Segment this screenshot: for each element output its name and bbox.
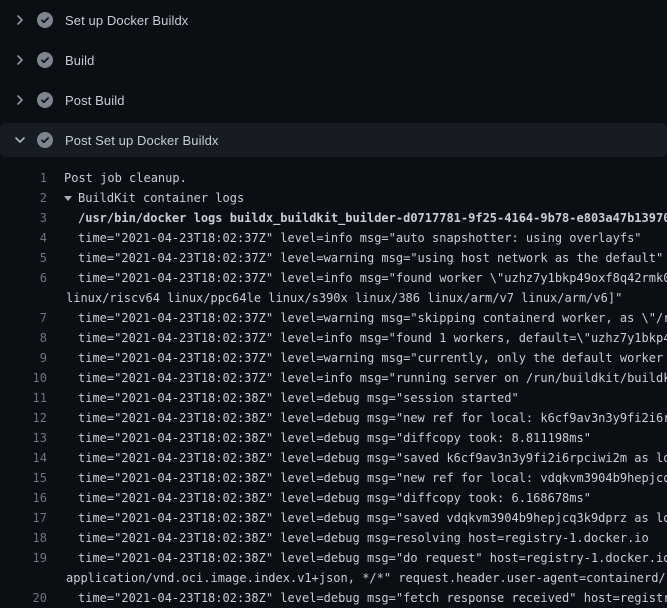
log-line: 12time="2021-04-23T18:02:38Z" level=debu… [0,408,667,428]
log-line: 20time="2021-04-23T18:02:38Z" level=debu… [0,588,667,608]
log-text: time="2021-04-23T18:02:38Z" level=debug … [47,388,519,408]
log-text: time="2021-04-23T18:02:37Z" level=warnin… [47,248,663,268]
log-line: 13time="2021-04-23T18:02:38Z" level=debu… [0,428,667,448]
log-text: time="2021-04-23T18:02:37Z" level=info m… [47,268,667,288]
check-circle-icon [37,52,53,68]
log-line-wrap: application/vnd.oci.image.index.v1+json,… [0,568,667,588]
log-command-text: /usr/bin/docker logs buildx_buildkit_bui… [47,208,667,228]
log-text: time="2021-04-23T18:02:38Z" level=debug … [47,528,649,548]
triangle-down-icon[interactable] [64,196,72,201]
line-number[interactable]: 6 [0,268,47,288]
log-viewer: 1Post job cleanup.2 BuildKit container lo… [0,160,667,608]
log-line: 14time="2021-04-23T18:02:38Z" level=debu… [0,448,667,468]
log-group-label: BuildKit container logs [78,191,244,205]
log-line: 15time="2021-04-23T18:02:38Z" level=debu… [0,468,667,488]
log-text: linux/riscv64 linux/ppc64le linux/s390x … [47,288,622,308]
line-number[interactable]: 5 [0,248,47,268]
log-line: 2 BuildKit container logs [0,188,667,208]
log-text: time="2021-04-23T18:02:38Z" level=debug … [47,468,667,488]
log-text: time="2021-04-23T18:02:38Z" level=debug … [47,548,667,568]
chevron-right-icon[interactable] [12,92,28,108]
section-row-set-up-docker-buildx[interactable]: Set up Docker Buildx [0,0,667,40]
check-circle-icon [37,132,53,148]
check-circle-icon [37,92,53,108]
log-text: time="2021-04-23T18:02:37Z" level=info m… [47,228,642,248]
section-label: Post Set up Docker Buildx [65,133,219,148]
chevron-down-icon[interactable] [12,132,28,148]
line-number[interactable]: 3 [0,208,47,228]
log-line: 19time="2021-04-23T18:02:38Z" level=debu… [0,548,667,568]
section-label: Set up Docker Buildx [65,13,188,28]
log-group-header[interactable]: BuildKit container logs [47,188,244,208]
line-number [0,568,47,588]
log-text: Post job cleanup. [47,168,187,188]
log-line: 3/usr/bin/docker logs buildx_buildkit_bu… [0,208,667,228]
section-row-post-set-up-docker-buildx[interactable]: Post Set up Docker Buildx [0,123,667,157]
check-circle-icon [37,12,53,28]
log-line: 18time="2021-04-23T18:02:38Z" level=debu… [0,528,667,548]
section-row-build[interactable]: Build [0,40,667,80]
log-line: 7time="2021-04-23T18:02:37Z" level=warni… [0,308,667,328]
line-number[interactable]: 4 [0,228,47,248]
line-number[interactable]: 7 [0,308,47,328]
log-text: time="2021-04-23T18:02:37Z" level=warnin… [47,348,667,368]
line-number[interactable]: 10 [0,368,47,388]
log-text: time="2021-04-23T18:02:37Z" level=info m… [47,328,667,348]
log-line: 9time="2021-04-23T18:02:37Z" level=warni… [0,348,667,368]
log-text: time="2021-04-23T18:02:38Z" level=debug … [47,408,667,428]
log-line: 10time="2021-04-23T18:02:37Z" level=info… [0,368,667,388]
section-label: Build [65,53,94,68]
log-line: 1Post job cleanup. [0,168,667,188]
line-number[interactable]: 8 [0,328,47,348]
line-number[interactable]: 11 [0,388,47,408]
log-line: 17time="2021-04-23T18:02:38Z" level=debu… [0,508,667,528]
line-number [0,288,47,308]
log-text: time="2021-04-23T18:02:38Z" level=debug … [47,448,667,468]
line-number[interactable]: 20 [0,588,47,608]
line-number[interactable]: 1 [0,168,47,188]
section-row-post-build[interactable]: Post Build [0,80,667,120]
log-line-wrap: linux/riscv64 linux/ppc64le linux/s390x … [0,288,667,308]
log-text: time="2021-04-23T18:02:37Z" level=warnin… [47,308,667,328]
log-text: time="2021-04-23T18:02:38Z" level=debug … [47,588,667,608]
line-number[interactable]: 9 [0,348,47,368]
line-number[interactable]: 18 [0,528,47,548]
log-text: application/vnd.oci.image.index.v1+json,… [47,568,667,588]
section-label: Post Build [65,93,125,108]
line-number[interactable]: 2 [0,188,47,208]
log-text: time="2021-04-23T18:02:38Z" level=debug … [47,508,667,528]
log-line: 4time="2021-04-23T18:02:37Z" level=info … [0,228,667,248]
log-line: 6time="2021-04-23T18:02:37Z" level=info … [0,268,667,288]
line-number[interactable]: 15 [0,468,47,488]
log-text: time="2021-04-23T18:02:37Z" level=info m… [47,368,667,388]
log-line: 8time="2021-04-23T18:02:37Z" level=info … [0,328,667,348]
line-number[interactable]: 14 [0,448,47,468]
line-number[interactable]: 16 [0,488,47,508]
log-line: 11time="2021-04-23T18:02:38Z" level=debu… [0,388,667,408]
line-number[interactable]: 13 [0,428,47,448]
log-text: time="2021-04-23T18:02:38Z" level=debug … [47,488,591,508]
log-line: 5time="2021-04-23T18:02:37Z" level=warni… [0,248,667,268]
line-number[interactable]: 12 [0,408,47,428]
sections-list: Set up Docker Buildx Build Post Build Post … [0,0,667,157]
line-number[interactable]: 17 [0,508,47,528]
chevron-right-icon[interactable] [12,52,28,68]
chevron-right-icon[interactable] [12,12,28,28]
line-number[interactable]: 19 [0,548,47,568]
log-line: 16time="2021-04-23T18:02:38Z" level=debu… [0,488,667,508]
log-text: time="2021-04-23T18:02:38Z" level=debug … [47,428,591,448]
